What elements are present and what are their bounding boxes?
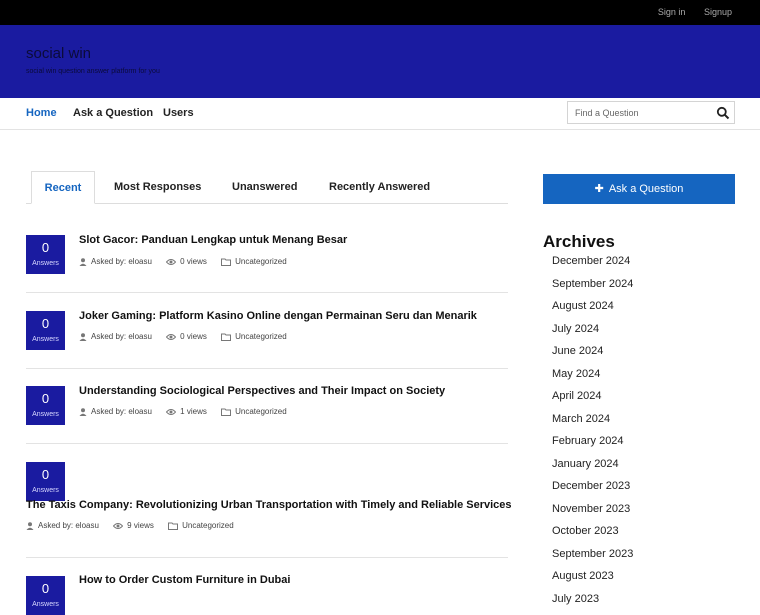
archive-link[interactable]: December 2024: [552, 255, 732, 278]
archive-link[interactable]: October 2023: [552, 525, 732, 548]
archive-link[interactable]: February 2024: [552, 435, 732, 458]
category-link[interactable]: Uncategorized: [221, 407, 287, 416]
tab-recently-answered[interactable]: Recently Answered: [329, 171, 430, 204]
archive-link[interactable]: December 2023: [552, 480, 732, 503]
ask-question-button[interactable]: ✚Ask a Question: [543, 174, 735, 204]
plus-icon: ✚: [595, 183, 604, 195]
archive-link[interactable]: September 2024: [552, 278, 732, 301]
archive-link[interactable]: September 2023: [552, 548, 732, 571]
view-count: 0 views: [166, 332, 207, 341]
answer-count-badge: 0 Answers: [26, 576, 65, 615]
question-item: 0 Answers Slot Gacor: Panduan Lengkap un…: [26, 222, 508, 293]
archive-link[interactable]: November 2023: [552, 503, 732, 526]
category-link[interactable]: Uncategorized: [168, 521, 234, 530]
archive-link[interactable]: July 2024: [552, 323, 732, 346]
folder-icon: [221, 408, 231, 416]
auth-links: Sign in Signup: [642, 7, 732, 17]
archives-heading: Archives: [543, 232, 615, 252]
search-box: [567, 101, 735, 124]
search-input[interactable]: [568, 102, 713, 123]
view-count: 1 views: [166, 407, 207, 416]
signup-link[interactable]: Signup: [704, 7, 732, 17]
user-icon: [79, 408, 87, 416]
folder-icon: [221, 258, 231, 266]
nav-home[interactable]: Home: [26, 107, 57, 119]
question-title[interactable]: Understanding Sociological Perspectives …: [79, 385, 445, 397]
question-item: 0 Answers How to Order Custom Furniture …: [26, 558, 508, 600]
user-icon: [79, 333, 87, 341]
question-item: 0 Answers The Taxis Company: Revolutioni…: [26, 444, 508, 558]
question-item: 0 Answers Joker Gaming: Platform Kasino …: [26, 293, 508, 369]
archive-link[interactable]: August 2024: [552, 300, 732, 323]
question-title[interactable]: How to Order Custom Furniture in Dubai: [79, 574, 290, 586]
folder-icon: [221, 333, 231, 341]
archive-link[interactable]: March 2024: [552, 413, 732, 436]
question-meta: Asked by: eloasu 9 views Uncategorized: [26, 521, 246, 532]
archive-link[interactable]: August 2023: [552, 570, 732, 593]
question-title[interactable]: The Taxis Company: Revolutionizing Urban…: [26, 499, 512, 511]
answer-count-badge: 0 Answers: [26, 311, 65, 350]
category-link[interactable]: Uncategorized: [221, 332, 287, 341]
question-meta: Asked by: eloasu 0 views Uncategorized: [79, 257, 299, 268]
top-bar: Sign in Signup: [0, 0, 760, 25]
asked-by[interactable]: Asked by: eloasu: [79, 407, 152, 416]
tab-unanswered[interactable]: Unanswered: [232, 171, 297, 204]
search-icon[interactable]: [716, 106, 730, 120]
eye-icon: [166, 258, 176, 266]
signin-link[interactable]: Sign in: [658, 7, 686, 17]
site-header: social win social win question answer pl…: [0, 25, 760, 98]
question-meta: Asked by: eloasu 1 views Uncategorized: [79, 407, 299, 418]
asked-by[interactable]: Asked by: eloasu: [79, 257, 152, 266]
answer-count-badge: 0 Answers: [26, 386, 65, 425]
main-nav: Home Ask a Question Users: [0, 98, 760, 130]
question-title[interactable]: Slot Gacor: Panduan Lengkap untuk Menang…: [79, 234, 347, 246]
nav-ask-question[interactable]: Ask a Question: [73, 107, 153, 119]
eye-icon: [166, 408, 176, 416]
answer-count-badge: 0 Answers: [26, 462, 65, 501]
archive-link[interactable]: January 2024: [552, 458, 732, 481]
question-tabs: Recent Most Responses Unanswered Recentl…: [26, 171, 508, 204]
site-tagline: social win question answer platform for …: [26, 68, 160, 75]
eye-icon: [113, 522, 123, 530]
answer-count-badge: 0 Answers: [26, 235, 65, 274]
question-title[interactable]: Joker Gaming: Platform Kasino Online den…: [79, 310, 477, 322]
tab-recent[interactable]: Recent: [31, 171, 95, 204]
archive-link[interactable]: June 2024: [552, 345, 732, 368]
asked-by[interactable]: Asked by: eloasu: [79, 332, 152, 341]
archive-link[interactable]: May 2024: [552, 368, 732, 391]
category-link[interactable]: Uncategorized: [221, 257, 287, 266]
view-count: 9 views: [113, 521, 154, 530]
archives-list: December 2024 September 2024 August 2024…: [552, 255, 732, 615]
tab-most-responses[interactable]: Most Responses: [114, 171, 201, 204]
eye-icon: [166, 333, 176, 341]
site-title[interactable]: social win: [26, 45, 91, 62]
archive-link[interactable]: April 2024: [552, 390, 732, 413]
folder-icon: [168, 522, 178, 530]
user-icon: [79, 258, 87, 266]
user-icon: [26, 522, 34, 530]
question-meta: Asked by: eloasu 0 views Uncategorized: [79, 332, 299, 343]
nav-users[interactable]: Users: [163, 107, 194, 119]
asked-by[interactable]: Asked by: eloasu: [26, 521, 99, 530]
question-item: 0 Answers Understanding Sociological Per…: [26, 369, 508, 444]
view-count: 0 views: [166, 257, 207, 266]
archive-link[interactable]: July 2023: [552, 593, 732, 615]
